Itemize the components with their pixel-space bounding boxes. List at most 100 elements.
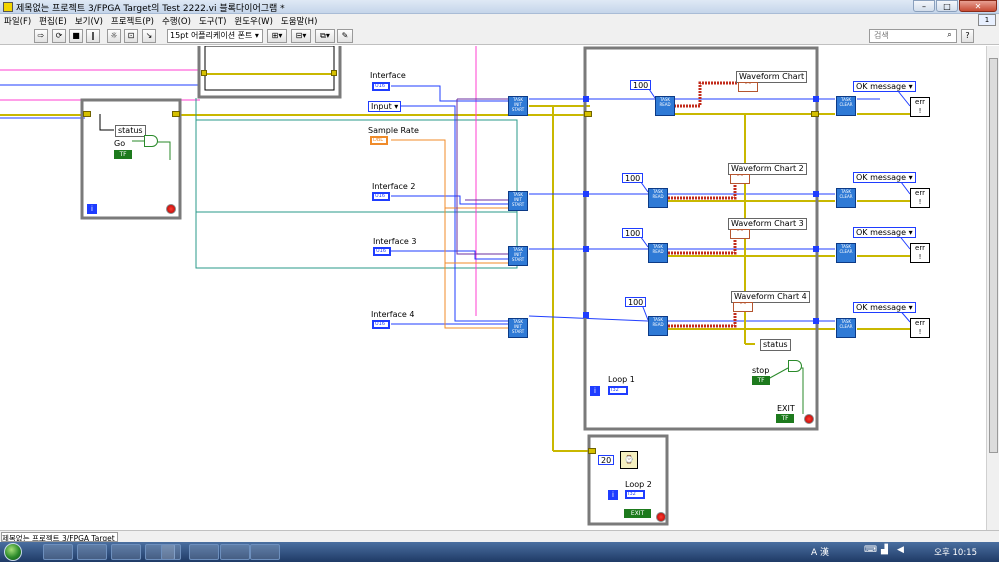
waveform-chart-terminal[interactable]: ⌒ bbox=[738, 82, 758, 92]
labview-icon[interactable] bbox=[189, 544, 219, 560]
block-diagram[interactable]: status Go TF i Interface U16 Input ▾ Sam… bbox=[0, 46, 986, 530]
loop1-indicator[interactable]: I32 bbox=[608, 386, 628, 395]
font-select[interactable]: 15pt 어플리케이션 폰트 ▾ bbox=[167, 29, 263, 43]
ok-message-select[interactable]: OK message ▾ bbox=[853, 302, 916, 313]
ok-message-select[interactable]: OK message ▾ bbox=[853, 81, 916, 92]
loop-tunnel bbox=[172, 111, 180, 117]
constant-100[interactable]: 100 bbox=[630, 80, 652, 90]
reorder-icon[interactable]: ⧉▾ bbox=[315, 29, 335, 43]
task-clear-node[interactable]: TASK CLEAR bbox=[836, 318, 856, 338]
task-clear-node[interactable]: TASK CLEAR bbox=[836, 243, 856, 263]
search-icon[interactable]: ⌕ bbox=[943, 29, 956, 43]
task-start-node[interactable]: TASK INIT START bbox=[508, 246, 528, 266]
error-handler-icon[interactable]: err! bbox=[910, 97, 930, 117]
menu-tools[interactable]: 도구(T) bbox=[195, 14, 230, 27]
loop-stop-terminal[interactable] bbox=[656, 512, 666, 522]
wait-ms-icon[interactable]: ⌚ bbox=[620, 451, 638, 469]
task-start-node[interactable]: TASK INIT START bbox=[508, 318, 528, 338]
waveform-chart3-terminal[interactable]: ⌒ bbox=[730, 229, 750, 239]
context-help-button[interactable]: ? bbox=[961, 29, 974, 43]
node-text: TASK INIT START bbox=[511, 192, 525, 207]
run-arrow-icon[interactable]: ⇨ bbox=[34, 29, 48, 43]
ime-indicator[interactable]: A 漢 bbox=[811, 545, 829, 558]
interface2-control[interactable]: U16 bbox=[372, 192, 390, 201]
network-icon[interactable]: ▟ bbox=[881, 545, 888, 555]
app-icon[interactable] bbox=[111, 544, 141, 560]
loop-iteration-terminal: i bbox=[590, 386, 600, 396]
explorer-icon[interactable] bbox=[77, 544, 107, 560]
abort-icon[interactable]: ■ bbox=[69, 29, 83, 43]
ok-message-select[interactable]: OK message ▾ bbox=[853, 227, 916, 238]
menu-edit[interactable]: 편집(E) bbox=[35, 14, 71, 27]
constant-100[interactable]: 100 bbox=[622, 228, 644, 238]
or-function[interactable] bbox=[788, 360, 802, 372]
taskbar: A 漢 ⌨ ▟ ◀ 오후 10:15 bbox=[0, 542, 999, 562]
menu-view[interactable]: 보기(V) bbox=[71, 14, 107, 27]
go-terminal[interactable]: TF bbox=[114, 150, 132, 159]
task-clear-node[interactable]: TASK CLEAR bbox=[836, 188, 856, 208]
app-icon[interactable] bbox=[161, 544, 181, 560]
menu-help[interactable]: 도움말(H) bbox=[277, 14, 321, 27]
close-button[interactable]: ✕ bbox=[959, 0, 997, 12]
loop-tunnel bbox=[813, 318, 819, 324]
interface-control[interactable]: U16 bbox=[372, 82, 390, 91]
step-into-icon[interactable]: ↘ bbox=[142, 29, 156, 43]
waveform-chart2-terminal[interactable]: ⌒ bbox=[730, 174, 750, 184]
stop-terminal[interactable]: TF bbox=[752, 376, 770, 385]
loop-stop-terminal[interactable] bbox=[804, 414, 814, 424]
task-read-node[interactable]: TASK READ bbox=[655, 96, 675, 116]
cleanup-diagram-icon[interactable]: ✎ bbox=[337, 29, 353, 43]
menu-project[interactable]: 프로젝트(P) bbox=[107, 14, 158, 27]
keyboard-icon[interactable]: ⌨ bbox=[864, 545, 877, 555]
retain-wire-values-icon[interactable]: ⊡ bbox=[124, 29, 138, 43]
clock[interactable]: 오후 10:15 bbox=[934, 546, 977, 558]
start-button[interactable] bbox=[4, 543, 22, 561]
waveform-chart4-terminal[interactable]: ⌒ bbox=[733, 302, 753, 312]
task-read-node[interactable]: TASK READ bbox=[648, 188, 668, 208]
interface4-control[interactable]: U16 bbox=[372, 320, 390, 329]
loop2-indicator[interactable]: I32 bbox=[625, 490, 645, 499]
minimize-button[interactable]: – bbox=[913, 0, 935, 12]
wait-constant[interactable]: 20 bbox=[598, 455, 615, 465]
input-control[interactable]: Input ▾ bbox=[368, 101, 402, 112]
project-path[interactable]: 제목없는 프로젝트 3/FPGA Target bbox=[1, 532, 118, 542]
menu-operate[interactable]: 수행(O) bbox=[158, 14, 195, 27]
sample-rate-control[interactable]: DBL bbox=[370, 136, 388, 145]
ie-icon[interactable] bbox=[43, 544, 73, 560]
ok-message-select[interactable]: OK message ▾ bbox=[853, 172, 916, 183]
exit-terminal[interactable]: TF bbox=[776, 414, 794, 423]
node-text: TASK CLEAR bbox=[839, 319, 853, 329]
maximize-button[interactable]: □ bbox=[936, 0, 958, 12]
scrollbar-thumb[interactable] bbox=[989, 58, 998, 453]
vertical-scrollbar[interactable] bbox=[986, 46, 999, 530]
error-handler-icon[interactable]: err! bbox=[910, 318, 930, 338]
interface3-label: Interface 3 bbox=[373, 237, 417, 246]
volume-icon[interactable]: ◀ bbox=[897, 545, 904, 555]
menu-window[interactable]: 윈도우(W) bbox=[230, 14, 277, 27]
sample-rate-label: Sample Rate bbox=[368, 126, 419, 135]
window-icon[interactable] bbox=[250, 544, 280, 560]
run-continuous-icon[interactable]: ⟳ bbox=[52, 29, 66, 43]
error-handler-icon[interactable]: err! bbox=[910, 188, 930, 208]
align-objects-icon[interactable]: ⊞▾ bbox=[267, 29, 287, 43]
constant-100[interactable]: 100 bbox=[625, 297, 647, 307]
status-indicator[interactable]: status bbox=[115, 125, 146, 137]
menu-file[interactable]: 파일(F) bbox=[0, 14, 35, 27]
task-clear-node[interactable]: TASK CLEAR bbox=[836, 96, 856, 116]
task-start-node[interactable]: TASK INIT START bbox=[508, 96, 528, 116]
pause-icon[interactable]: ‖ bbox=[86, 29, 100, 43]
or-function[interactable] bbox=[144, 135, 158, 147]
highlight-execution-icon[interactable]: ☼ bbox=[107, 29, 121, 43]
task-start-node[interactable]: TASK INIT START bbox=[508, 191, 528, 211]
vi-icon[interactable]: 1 bbox=[978, 14, 996, 26]
constant-100[interactable]: 100 bbox=[622, 173, 644, 183]
exit2-terminal[interactable]: EXIT bbox=[624, 509, 651, 518]
loop-stop-terminal[interactable] bbox=[166, 204, 176, 214]
search-app-icon[interactable] bbox=[220, 544, 250, 560]
error-handler-icon[interactable]: err! bbox=[910, 243, 930, 263]
status-indicator[interactable]: status bbox=[760, 339, 791, 351]
distribute-objects-icon[interactable]: ⊟▾ bbox=[291, 29, 311, 43]
task-read-node[interactable]: TASK READ bbox=[648, 243, 668, 263]
task-read-node[interactable]: TASK READ bbox=[648, 316, 668, 336]
interface3-control[interactable]: U16 bbox=[373, 247, 391, 256]
